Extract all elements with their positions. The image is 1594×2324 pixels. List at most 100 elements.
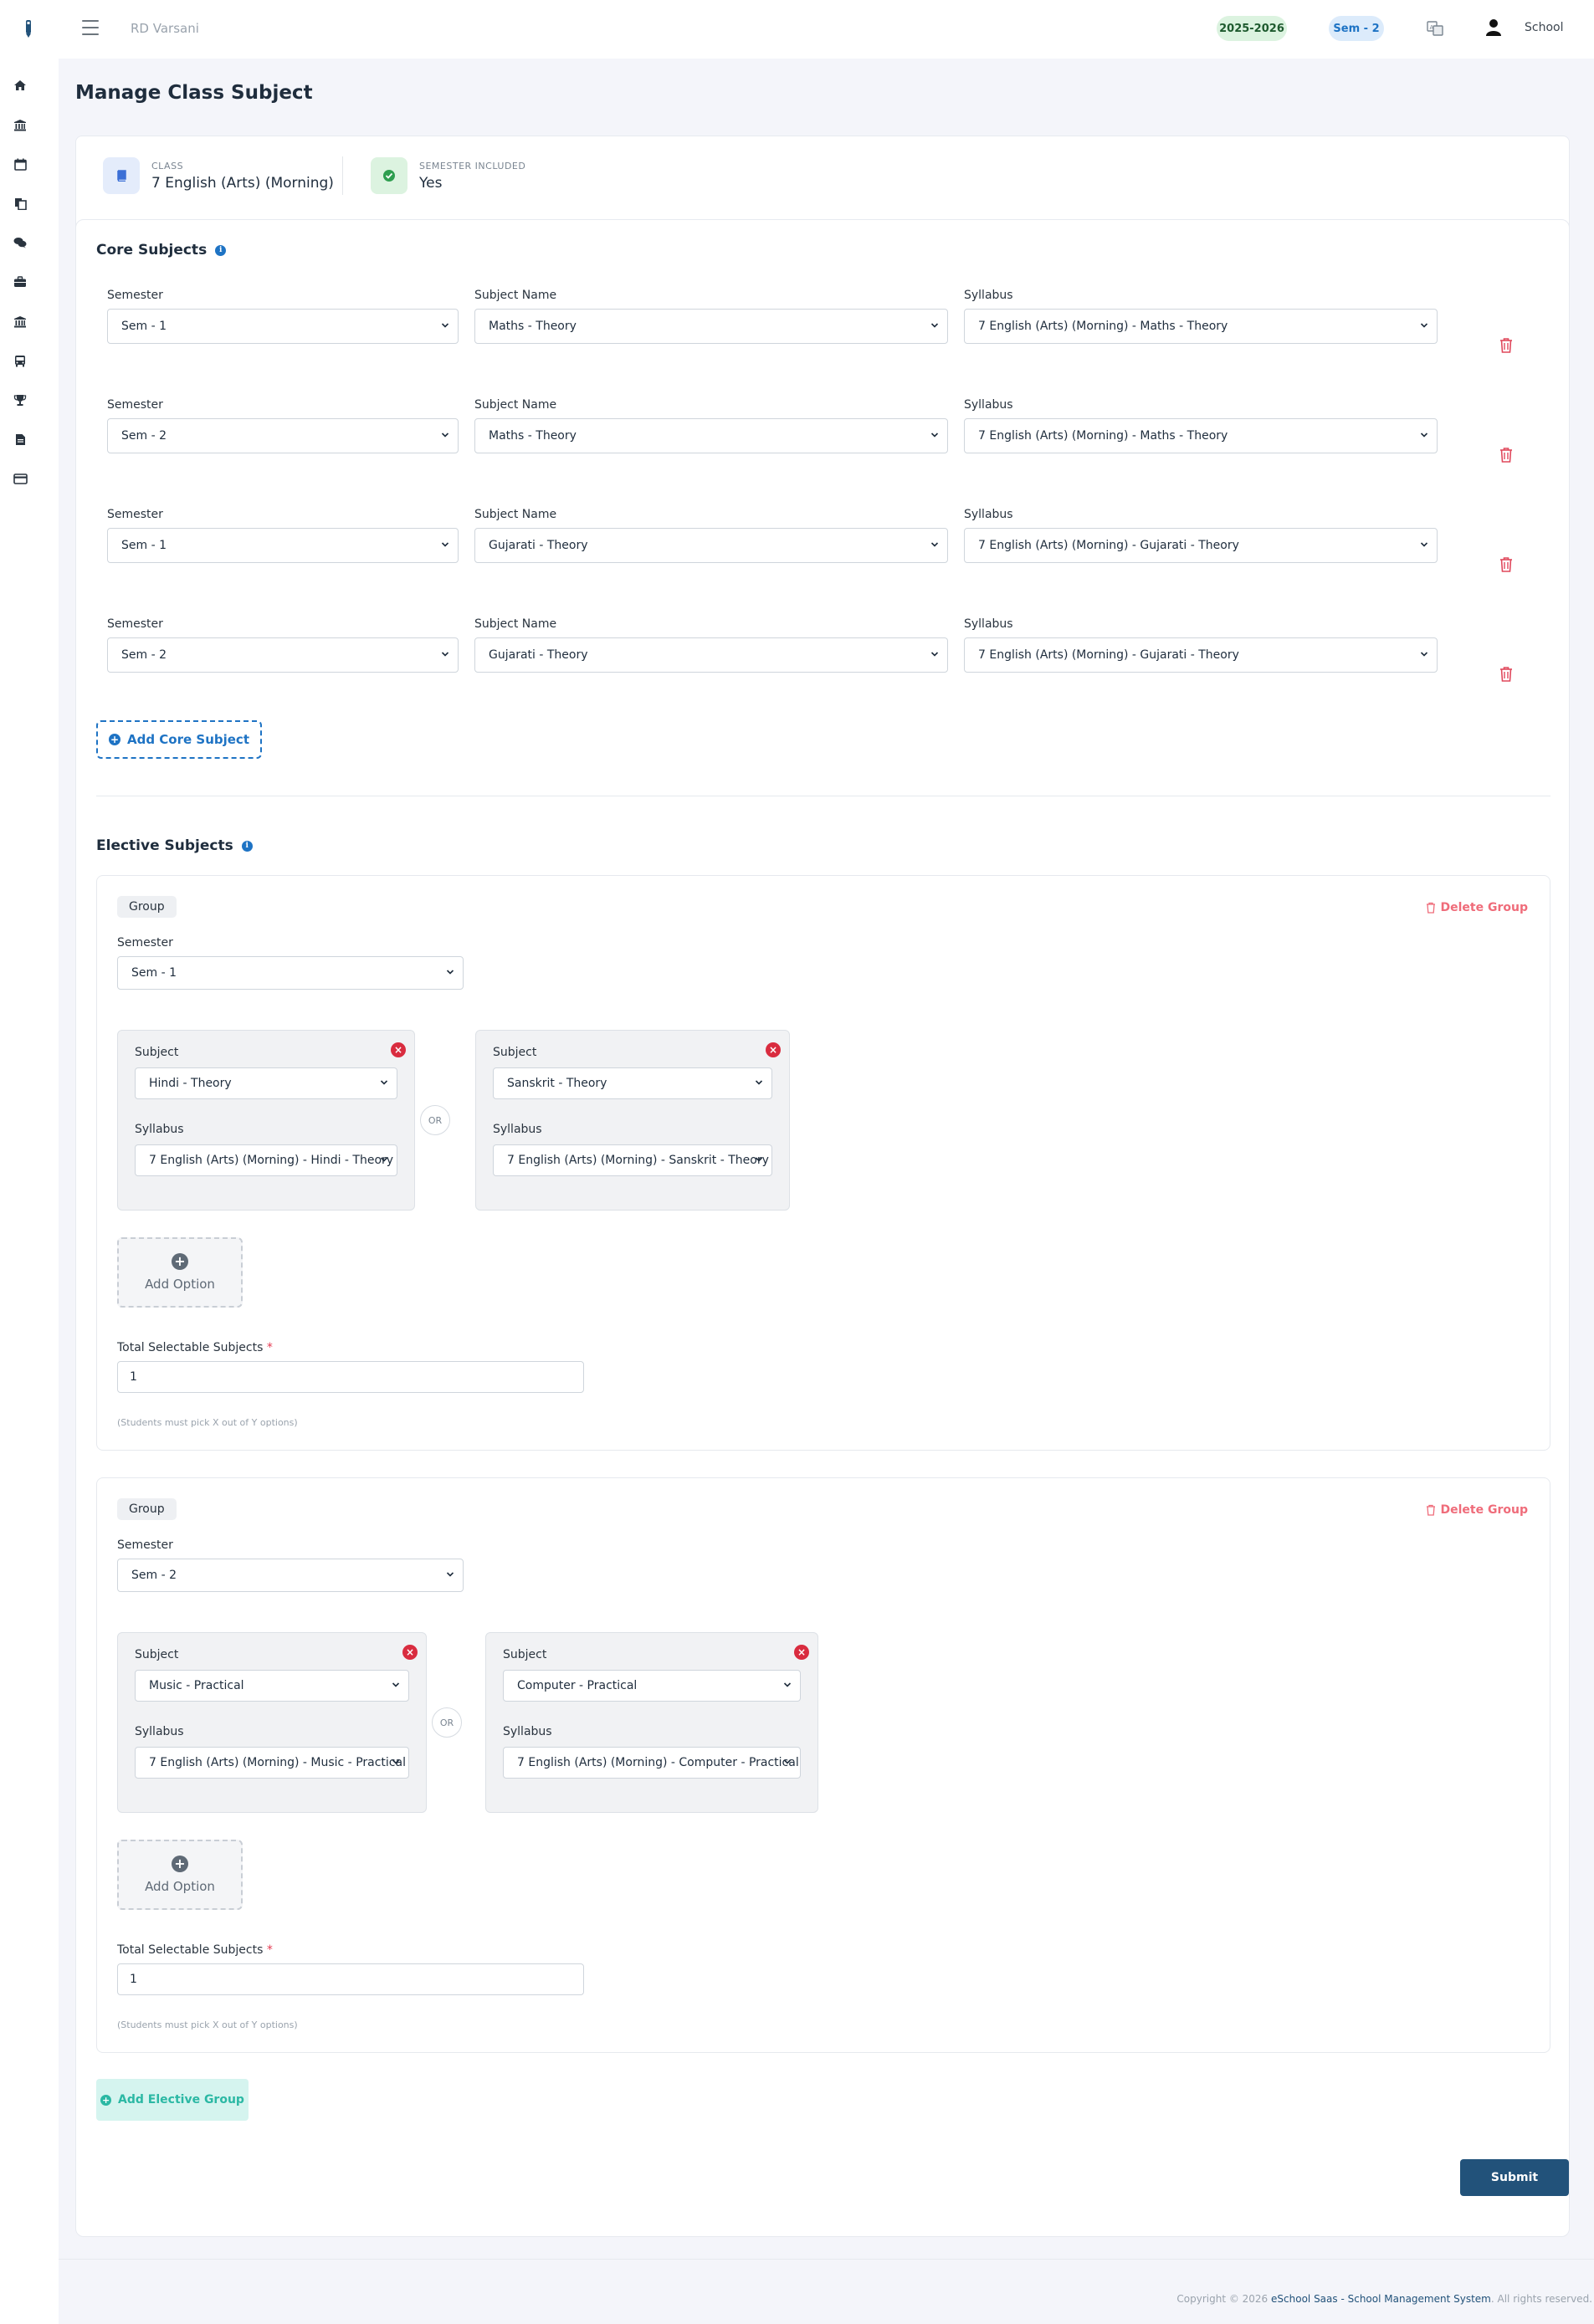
chevron-down-icon: [380, 1157, 388, 1162]
add-core-subject-label: Add Core Subject: [126, 732, 249, 747]
user-name[interactable]: School: [1525, 21, 1563, 34]
language-icon[interactable]: A: [1426, 19, 1444, 38]
core-syllabus-select[interactable]: 7 English (Arts) (Morning) - Gujarati - …: [964, 637, 1438, 673]
chevron-down-icon: [1420, 433, 1428, 438]
brand-link[interactable]: eSchool Saas - School Management System: [1271, 2293, 1491, 2305]
trash-icon: [1426, 1504, 1435, 1516]
chevron-down-icon: [441, 652, 449, 657]
trash-icon[interactable]: [1499, 556, 1514, 573]
subject-name-label: Subject Name: [474, 398, 557, 412]
info-icon[interactable]: i: [241, 840, 253, 852]
trash-icon[interactable]: [1499, 447, 1514, 463]
select-value: Hindi - Theory: [149, 1077, 232, 1090]
user-avatar-icon[interactable]: [1485, 18, 1502, 37]
select-value: Gujarati - Theory: [489, 539, 588, 552]
add-elective-group-button[interactable]: + Add Elective Group: [96, 2079, 249, 2121]
core-subject-select[interactable]: Maths - Theory: [474, 418, 948, 453]
add-option-label: Add Option: [145, 1879, 215, 1894]
core-semester-select[interactable]: Sem - 2: [107, 637, 459, 673]
comments-icon[interactable]: [10, 233, 30, 253]
select-value: 7 English (Arts) (Morning) - Maths - The…: [978, 320, 1228, 333]
syllabus-label: Syllabus: [135, 1725, 184, 1738]
home-icon[interactable]: [10, 75, 30, 95]
files-icon[interactable]: [10, 193, 30, 213]
class-info: CLASS 7 English (Arts) (Morning): [103, 156, 334, 195]
semester-included-label: SEMESTER INCLUDED: [419, 160, 526, 171]
select-value: 7 English (Arts) (Morning) - Maths - The…: [978, 429, 1228, 443]
chevron-down-icon: [441, 542, 449, 547]
option-subject-select[interactable]: Sanskrit - Theory: [493, 1067, 772, 1099]
core-syllabus-select[interactable]: 7 English (Arts) (Morning) - Gujarati - …: [964, 528, 1438, 563]
trash-icon: [1426, 902, 1435, 914]
document-icon[interactable]: [10, 429, 30, 449]
remove-option-icon[interactable]: ×: [391, 1042, 406, 1057]
option-syllabus-select[interactable]: 7 English (Arts) (Morning) - Hindi - The…: [135, 1144, 397, 1176]
delete-group-button[interactable]: Delete Group: [1426, 901, 1528, 914]
syllabus-label: Syllabus: [503, 1725, 552, 1738]
credit-card-icon[interactable]: [10, 468, 30, 489]
svg-text:A: A: [1430, 24, 1434, 31]
add-option-button[interactable]: + Add Option: [117, 1237, 243, 1308]
option-syllabus-select[interactable]: 7 English (Arts) (Morning) - Computer - …: [503, 1747, 801, 1779]
trash-icon[interactable]: [1499, 666, 1514, 683]
semester-badge[interactable]: Sem - 2: [1329, 16, 1384, 41]
total-selectable-label: Total Selectable Subjects *: [117, 1341, 273, 1354]
option-subject-select[interactable]: Hindi - Theory: [135, 1067, 397, 1099]
remove-option-icon[interactable]: ×: [766, 1042, 781, 1057]
bus-icon[interactable]: [10, 351, 30, 371]
option-subject-select[interactable]: Music - Practical: [135, 1670, 409, 1702]
syllabus-label: Syllabus: [964, 617, 1013, 631]
group-semester-select[interactable]: Sem - 1: [117, 956, 464, 990]
chevron-down-icon: [392, 1759, 400, 1764]
chevron-down-icon: [392, 1682, 400, 1687]
menu-toggle-icon[interactable]: [82, 20, 99, 35]
remove-option-icon[interactable]: ×: [402, 1645, 418, 1660]
elective-option-card: × Subject Music - Practical Syllabus 7 E…: [117, 1632, 427, 1813]
select-value: 7 English (Arts) (Morning) - Gujarati - …: [978, 648, 1239, 662]
briefcase-icon[interactable]: [10, 272, 30, 292]
select-value: Gujarati - Theory: [489, 648, 588, 662]
bank-icon[interactable]: [10, 311, 30, 331]
plus-circle-icon: +: [108, 734, 120, 745]
core-syllabus-select[interactable]: 7 English (Arts) (Morning) - Maths - The…: [964, 418, 1438, 453]
core-subject-select[interactable]: Gujarati - Theory: [474, 637, 948, 673]
copyright-text: Copyright © 2026 eSchool Saas - School M…: [1176, 2293, 1592, 2305]
chevron-down-icon: [755, 1080, 763, 1085]
add-core-subject-button[interactable]: + Add Core Subject: [96, 720, 262, 759]
trophy-icon[interactable]: [10, 390, 30, 410]
delete-group-button[interactable]: Delete Group: [1426, 1503, 1528, 1517]
session-year-badge[interactable]: 2025-2026: [1217, 16, 1287, 41]
trash-icon[interactable]: [1499, 337, 1514, 354]
bank-icon[interactable]: [10, 115, 30, 135]
delete-group-label: Delete Group: [1440, 1503, 1528, 1517]
check-circle-icon: [371, 157, 407, 194]
core-semester-select[interactable]: Sem - 1: [107, 309, 459, 344]
total-selectable-input[interactable]: 1: [117, 1963, 584, 1995]
core-subject-select[interactable]: Maths - Theory: [474, 309, 948, 344]
submit-button[interactable]: Submit: [1460, 2159, 1569, 2196]
core-semester-select[interactable]: Sem - 1: [107, 528, 459, 563]
info-icon[interactable]: i: [215, 244, 227, 256]
option-syllabus-select[interactable]: 7 English (Arts) (Morning) - Music - Pra…: [135, 1747, 409, 1779]
semester-label: Semester: [117, 936, 173, 950]
select-value: Sanskrit - Theory: [507, 1077, 607, 1090]
total-selectable-input[interactable]: 1: [117, 1361, 584, 1393]
core-syllabus-select[interactable]: 7 English (Arts) (Morning) - Maths - The…: [964, 309, 1438, 344]
option-subject-select[interactable]: Computer - Practical: [503, 1670, 801, 1702]
subject-label: Subject: [135, 1648, 179, 1661]
chevron-down-icon: [441, 433, 449, 438]
core-semester-select[interactable]: Sem - 2: [107, 418, 459, 453]
school-name: RD Varsani: [131, 21, 199, 36]
remove-option-icon[interactable]: ×: [794, 1645, 809, 1660]
option-syllabus-select[interactable]: 7 English (Arts) (Morning) - Sanskrit - …: [493, 1144, 772, 1176]
core-subject-select[interactable]: Gujarati - Theory: [474, 528, 948, 563]
subject-name-label: Subject Name: [474, 508, 557, 521]
add-option-button[interactable]: + Add Option: [117, 1840, 243, 1910]
elective-group: Group Delete Group Semester Sem - 2 × Su…: [96, 1477, 1550, 2053]
group-semester-select[interactable]: Sem - 2: [117, 1559, 464, 1592]
chevron-down-icon: [1420, 323, 1428, 328]
or-separator: OR: [432, 1707, 462, 1738]
calendar-icon[interactable]: [10, 154, 30, 174]
required-mark: *: [266, 1943, 273, 1957]
select-value: 7 English (Arts) (Morning) - Hindi - The…: [149, 1154, 394, 1167]
